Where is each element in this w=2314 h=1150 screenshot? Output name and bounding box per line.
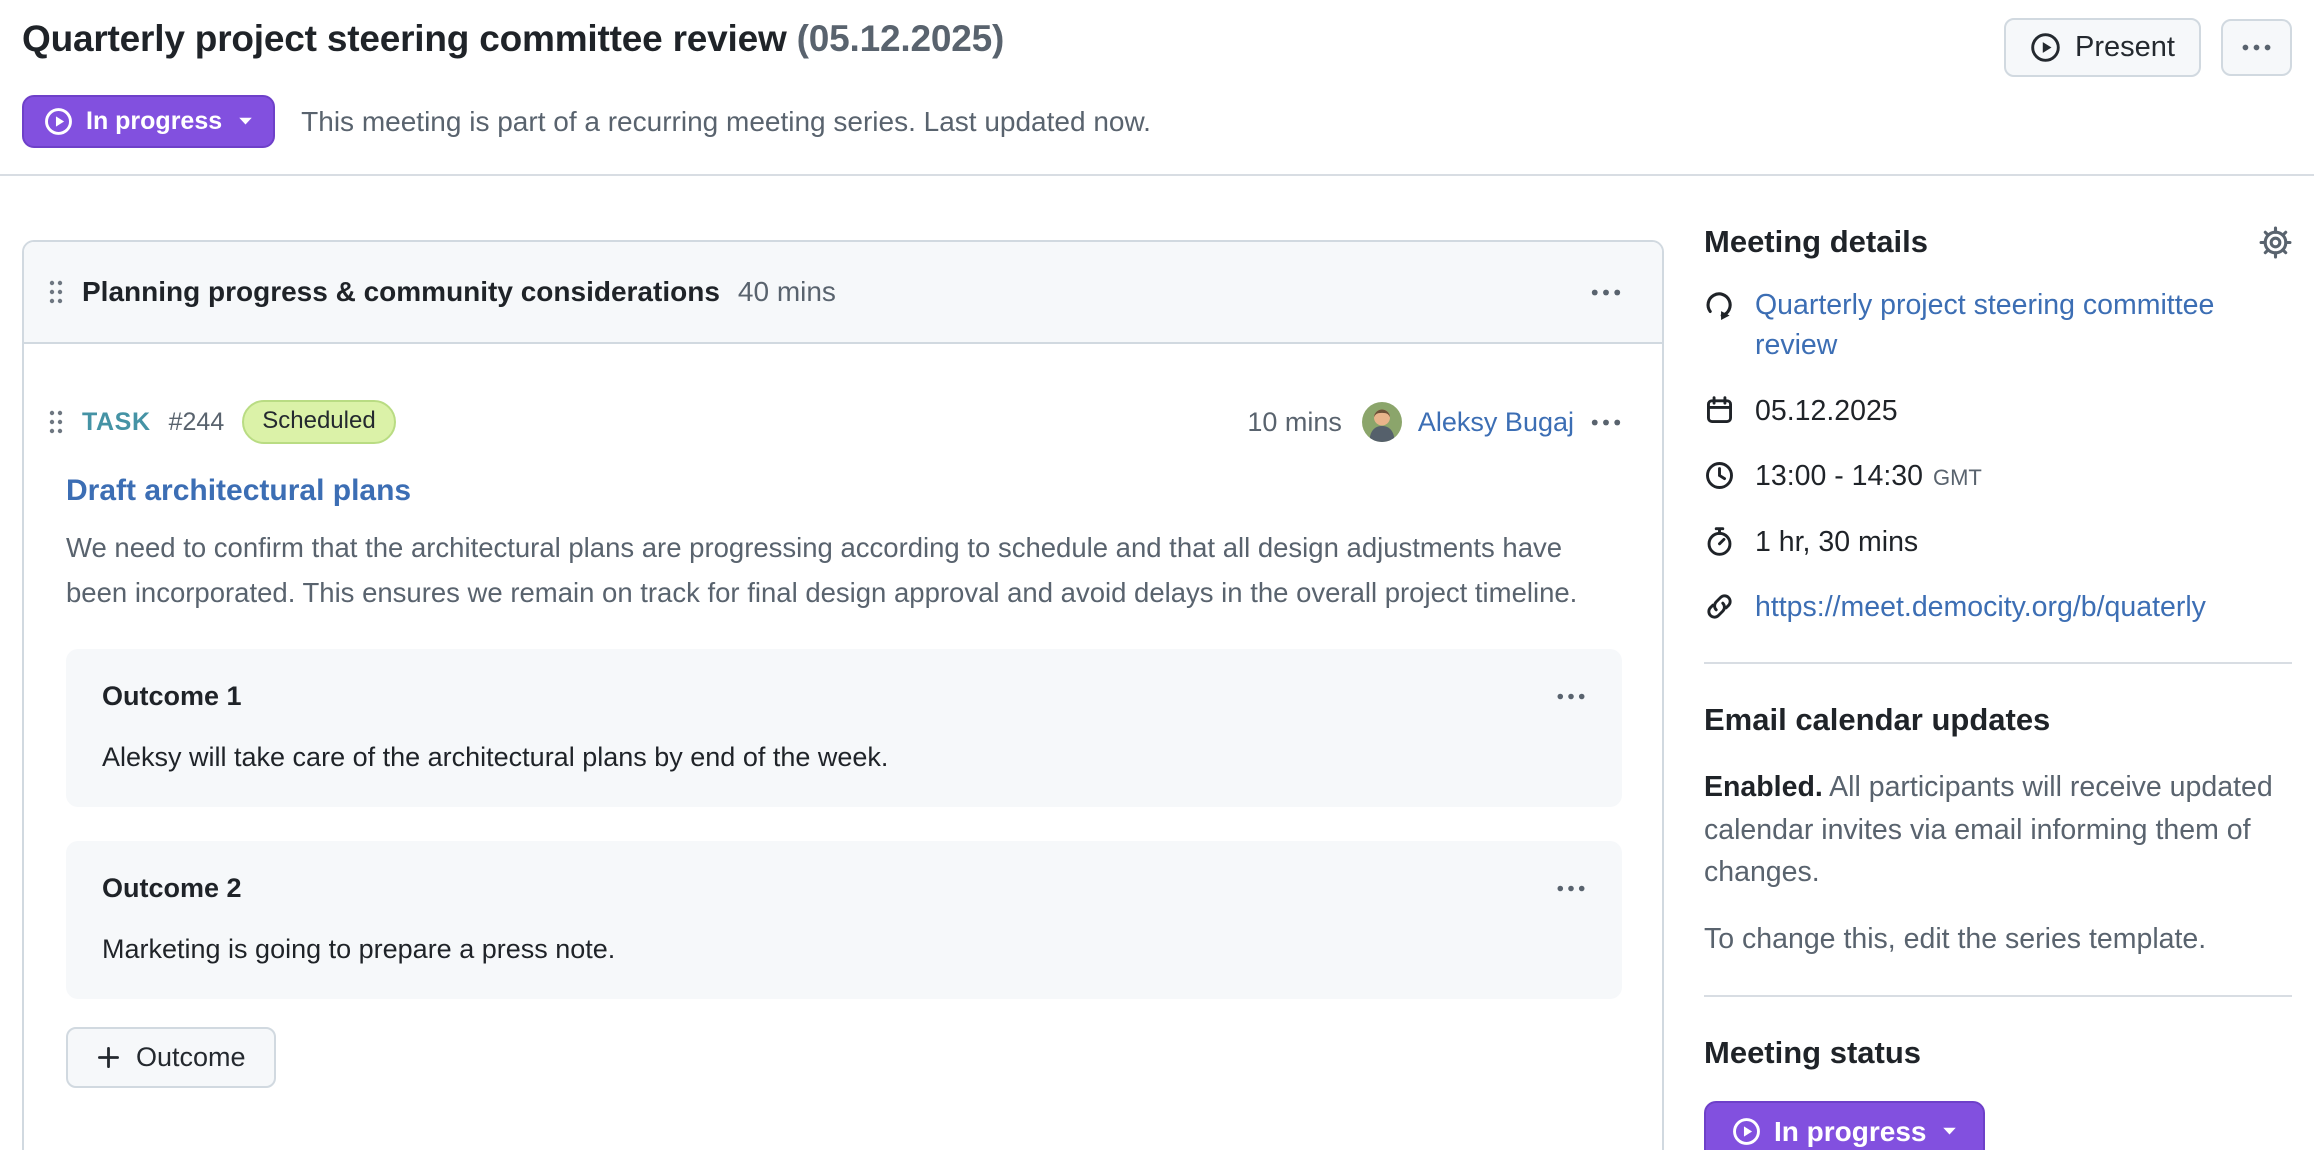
header-actions: Present [2004, 18, 2292, 77]
header-divider [0, 174, 2314, 176]
duration-row: 1 hr, 30 mins [1704, 522, 2292, 562]
time-range: 13:00 - 14:30 [1755, 460, 1923, 492]
kebab-icon [1556, 884, 1586, 893]
meeting-status-dropdown[interactable]: In progress [1704, 1101, 1985, 1150]
task-description: We need to confirm that the architectura… [66, 526, 1622, 615]
task-duration: 10 mins [1247, 407, 1342, 438]
meeting-settings-button[interactable] [2259, 226, 2292, 259]
section-title: Planning progress & community considerat… [82, 276, 720, 308]
section-overflow-button[interactable] [1590, 288, 1622, 297]
task-content: Draft architectural plans We need to con… [66, 444, 1622, 1088]
task-number: #244 [169, 408, 225, 437]
plus-icon [96, 1045, 121, 1070]
page-title: Quarterly project steering committee rev… [22, 18, 1004, 60]
meeting-date: 05.12.2025 [1755, 391, 1898, 431]
email-updates-status: Enabled. [1704, 771, 1823, 803]
meeting-status-heading: Meeting status [1704, 1035, 2292, 1071]
timezone-label: GMT [1933, 465, 1982, 490]
kebab-icon [1590, 418, 1622, 427]
task-status-badge: Scheduled [242, 400, 395, 444]
content-columns: Planning progress & community considerat… [22, 224, 2292, 1150]
page-header: Quarterly project steering committee rev… [22, 0, 2292, 77]
section-drag-handle[interactable] [48, 279, 64, 305]
outcome-header: Outcome 1 [102, 681, 1586, 712]
outcome-text: Aleksy will take care of the architectur… [102, 742, 1586, 773]
outcome-text: Marketing is going to prepare a press no… [102, 934, 1586, 965]
gear-icon [2259, 226, 2292, 259]
sidebar-divider [1704, 662, 2292, 664]
outcome-label: Outcome 2 [102, 873, 242, 904]
play-icon [2030, 32, 2061, 63]
meeting-status-row: In progress This meeting is part of a re… [22, 95, 2292, 148]
page-title-date: (05.12.2025) [797, 18, 1004, 59]
sidebar-divider [1704, 995, 2292, 997]
assignee-avatar[interactable] [1362, 402, 1402, 442]
agenda-section-header: Planning progress & community considerat… [24, 242, 1662, 344]
kebab-icon [1556, 692, 1586, 701]
url-row: https://meet.democity.org/b/quaterly [1704, 587, 2292, 627]
outcome-header: Outcome 2 [102, 873, 1586, 904]
status-badge-dropdown[interactable]: In progress [22, 95, 275, 148]
present-button[interactable]: Present [2004, 18, 2201, 77]
outcome-label: Outcome 1 [102, 681, 242, 712]
agenda-section-card: Planning progress & community considerat… [22, 240, 1664, 1150]
chevron-down-icon [1942, 1126, 1957, 1137]
task-title-link[interactable]: Draft architectural plans [66, 474, 411, 508]
outcome-overflow-button[interactable] [1556, 692, 1586, 701]
time-row: 13:00 - 14:30 GMT [1704, 456, 2292, 496]
task-overflow-button[interactable] [1590, 418, 1622, 427]
status-badge-label: In progress [86, 107, 222, 136]
link-icon [1704, 591, 1735, 622]
email-updates-note: To change this, edit the series template… [1704, 918, 2292, 961]
present-button-label: Present [2075, 31, 2175, 64]
page-title-text: Quarterly project steering committee rev… [22, 18, 787, 59]
task-meta-row: TASK #244 Scheduled 10 mins [48, 400, 1622, 444]
date-row: 05.12.2025 [1704, 391, 2292, 431]
recurring-series-note: This meeting is part of a recurring meet… [301, 106, 1151, 138]
play-icon [1732, 1117, 1761, 1146]
task-meta-right: 10 mins Aleksy Bugaj [1247, 402, 1622, 442]
agenda-section-body: TASK #244 Scheduled 10 mins [24, 344, 1662, 1110]
meeting-url-link[interactable]: https://meet.democity.org/b/quaterly [1755, 587, 2206, 627]
meeting-status-label: In progress [1774, 1116, 1926, 1148]
email-updates-heading: Email calendar updates [1704, 702, 2292, 738]
task-type-label: TASK [82, 408, 151, 437]
stopwatch-icon [1704, 526, 1735, 557]
add-outcome-button[interactable]: Outcome [66, 1027, 276, 1088]
calendar-icon [1704, 395, 1735, 426]
grip-icon [48, 409, 64, 435]
avatar-image [1362, 402, 1402, 442]
kebab-icon [1590, 288, 1622, 297]
outcome-card: Outcome 2 Marketing is going to prepare … [66, 841, 1622, 999]
section-duration: 40 mins [738, 276, 836, 308]
meeting-details-heading: Meeting details [1704, 224, 1928, 260]
assignee-link[interactable]: Aleksy Bugaj [1418, 407, 1574, 438]
series-link[interactable]: Quarterly project steering committee rev… [1755, 285, 2292, 366]
task-drag-handle[interactable] [48, 409, 64, 435]
iteration-icon [1704, 289, 1735, 320]
meeting-duration: 1 hr, 30 mins [1755, 522, 1918, 562]
clock-icon [1704, 460, 1735, 491]
series-row: Quarterly project steering committee rev… [1704, 285, 2292, 366]
outcome-overflow-button[interactable] [1556, 884, 1586, 893]
add-outcome-label: Outcome [136, 1042, 246, 1073]
header-overflow-button[interactable] [2221, 19, 2292, 76]
outcome-card: Outcome 1 Aleksy will take care of the a… [66, 649, 1622, 807]
grip-icon [48, 279, 64, 305]
play-icon [44, 107, 73, 136]
chevron-down-icon [238, 116, 253, 127]
meeting-sidebar: Meeting details Quarterly [1704, 224, 2292, 1150]
kebab-icon [2241, 32, 2272, 63]
meeting-time: 13:00 - 14:30 GMT [1755, 456, 1982, 496]
meeting-details-header: Meeting details [1704, 224, 2292, 260]
meeting-page: Quarterly project steering committee rev… [0, 0, 2314, 1150]
email-updates-body: Enabled. All participants will receive u… [1704, 766, 2292, 894]
